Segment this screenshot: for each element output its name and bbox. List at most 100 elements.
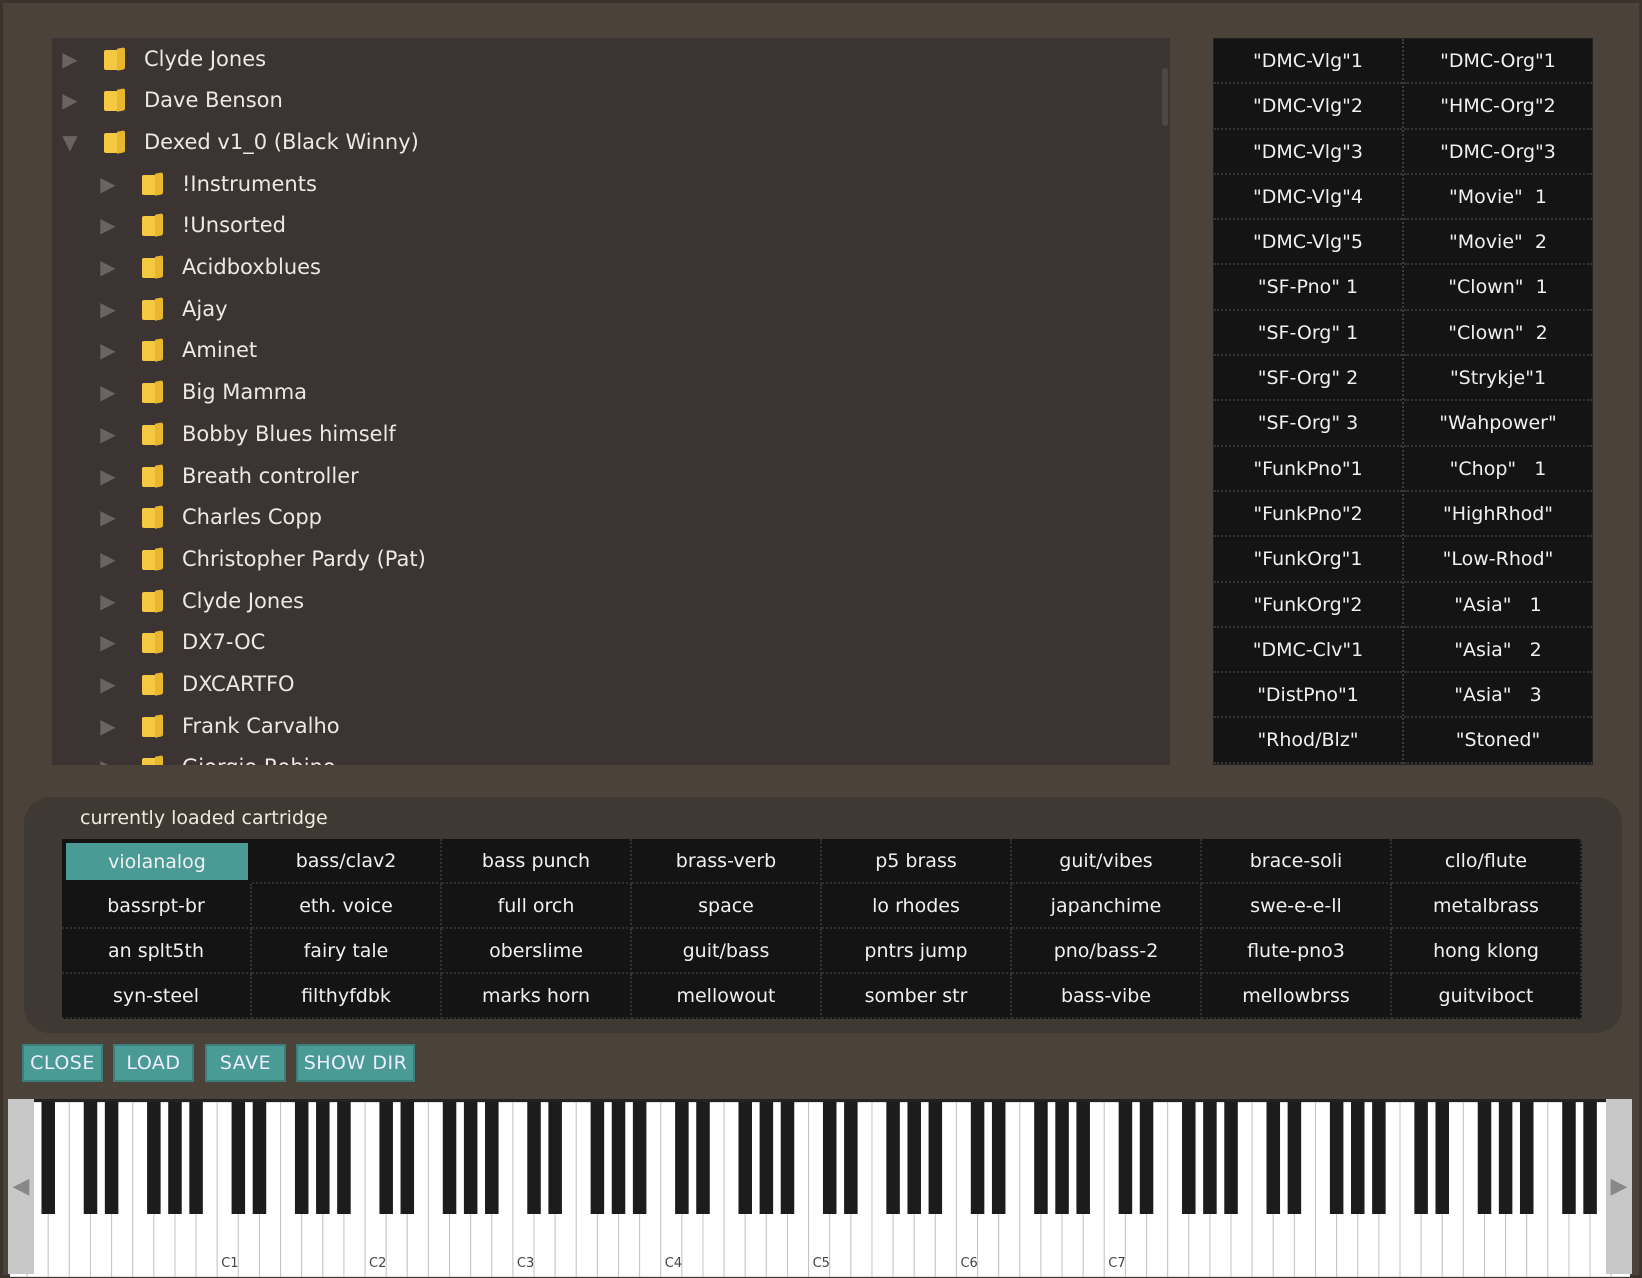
black-key[interactable] [590,1102,605,1214]
tree-item[interactable]: ▶ Aminet [98,330,257,371]
expand-right-icon[interactable]: ▶ [98,174,118,194]
cartridge-program[interactable]: bass/clav2 [252,839,442,884]
black-key[interactable] [1372,1102,1386,1214]
cartridge-program[interactable]: bass punch [442,839,632,884]
black-key[interactable] [168,1102,182,1214]
cartridge-program[interactable]: an splt5th [62,929,252,974]
tree-item[interactable]: ▶ DXCARTFO [98,664,294,705]
program-item[interactable]: "Asia" 1 [1404,583,1592,628]
program-item[interactable]: "DMC-Org"1 [1404,39,1592,85]
expand-right-icon[interactable]: ▶ [60,49,80,69]
cartridge-program[interactable]: pntrs jump [822,929,1012,974]
program-item[interactable]: "Chop" 1 [1404,447,1592,492]
black-key[interactable] [189,1102,203,1214]
black-key[interactable] [1203,1102,1217,1214]
black-key[interactable] [611,1102,626,1214]
black-key[interactable] [844,1102,858,1214]
tree-item[interactable]: ▶ Breath controller [98,455,358,496]
save-button[interactable]: SAVE [205,1044,286,1082]
cartridge-program[interactable]: somber str [822,974,1012,1019]
black-key[interactable] [147,1102,161,1214]
cartridge-program[interactable]: syn-steel [62,974,252,1019]
cartridge-program[interactable]: pno/bass-2 [1012,929,1202,974]
program-item[interactable]: "SF-Org" 1 [1214,311,1402,357]
cartridge-program[interactable]: metalbrass [1392,884,1582,929]
black-key[interactable] [104,1102,119,1214]
program-item[interactable]: "Stoned" [1404,718,1592,764]
black-key[interactable] [1287,1102,1302,1214]
black-key[interactable] [970,1102,985,1214]
tree-scrollbar[interactable] [1162,68,1168,126]
tree-item[interactable]: ▶ Giorgio Robino [98,747,336,765]
expand-right-icon[interactable]: ▶ [98,507,118,527]
program-item[interactable]: "FunkOrg"2 [1214,583,1402,628]
black-key[interactable] [1139,1102,1154,1214]
expand-right-icon[interactable]: ▶ [98,632,118,652]
expand-right-icon[interactable]: ▶ [98,382,118,402]
cartridge-program[interactable]: space [632,884,822,929]
black-key[interactable] [632,1102,647,1214]
tree-item[interactable]: ▶ Dave Benson [60,80,283,121]
tree-item[interactable]: ▶ Christopher Pardy (Pat) [98,538,426,579]
program-item[interactable]: "SF-Org" 3 [1214,401,1402,447]
black-key[interactable] [759,1102,774,1214]
program-item[interactable]: "DMC-Vlg"5 [1214,220,1402,266]
program-item[interactable]: "HMC-Org"2 [1404,84,1592,130]
expand-right-icon[interactable]: ▶ [98,674,118,694]
black-key[interactable] [463,1102,478,1214]
expand-right-icon[interactable]: ▶ [98,466,118,486]
tree-item[interactable]: ▶ DX7-OC [98,622,265,663]
cartridge-program[interactable]: hong klong [1392,929,1582,974]
expand-right-icon[interactable]: ▶ [98,340,118,360]
expand-right-icon[interactable]: ▶ [98,215,118,235]
program-item[interactable]: "DistPno"1 [1214,673,1402,719]
program-item[interactable]: "Clown" 1 [1404,265,1592,311]
black-key[interactable] [1118,1102,1133,1214]
cartridge-program[interactable]: fairy tale [252,929,442,974]
black-key[interactable] [231,1102,246,1214]
black-key[interactable] [294,1102,309,1214]
black-key[interactable] [442,1102,457,1214]
expand-right-icon[interactable]: ▶ [98,424,118,444]
black-key[interactable] [1351,1102,1365,1214]
black-key[interactable] [83,1102,98,1214]
keyboard-scroll-right-icon[interactable]: ▶ [1606,1099,1632,1274]
black-key[interactable] [1519,1102,1534,1214]
expand-right-icon[interactable]: ▶ [98,716,118,736]
cartridge-program[interactable]: cllo/flute [1392,839,1582,884]
close-button[interactable]: CLOSE [22,1044,103,1082]
cartridge-program[interactable]: bass-vibe [1012,974,1202,1019]
program-item[interactable]: "FunkPno"2 [1214,492,1402,538]
expand-right-icon[interactable]: ▶ [60,90,80,110]
black-key[interactable] [1034,1102,1048,1214]
cartridge-program[interactable]: mellowbrss [1202,974,1392,1019]
tree-item[interactable]: ▶ Bobby Blues himself [98,413,396,454]
expand-right-icon[interactable]: ▶ [98,257,118,277]
tree-item[interactable]: ▶ Clyde Jones [98,580,304,621]
tree-item[interactable]: ▶ !Instruments [98,163,317,204]
cartridge-program[interactable]: filthyfdbk [252,974,442,1019]
tree-item[interactable]: ▶ Big Mamma [98,372,307,413]
cartridge-program[interactable]: flute-pno3 [1202,929,1392,974]
black-key[interactable] [1477,1102,1492,1214]
cartridge-program[interactable]: p5 brass [822,839,1012,884]
cartridge-program[interactable]: lo rhodes [822,884,1012,929]
program-item[interactable]: "DMC-Vlg"1 [1214,39,1402,85]
cartridge-program[interactable]: guit/bass [632,929,822,974]
black-key[interactable] [337,1102,351,1214]
program-item[interactable]: "SF-Org" 2 [1214,356,1402,402]
black-key[interactable] [379,1102,393,1214]
tree-item[interactable]: ▶ Acidboxblues [98,247,321,288]
program-item[interactable]: "DMC-Vlg"3 [1214,130,1402,175]
program-item[interactable]: "DMC-Clv"1 [1214,628,1402,674]
cartridge-program[interactable]: brass-verb [632,839,822,884]
program-item[interactable]: "Asia" 2 [1404,628,1592,674]
program-item[interactable]: "HighRhod" [1404,492,1592,538]
black-key[interactable] [780,1102,795,1214]
black-key[interactable] [907,1102,921,1214]
cartridge-program[interactable]: brace-soli [1202,839,1392,884]
cartridge-program[interactable]: bassrpt-br [62,884,252,929]
program-item[interactable]: "Asia" 3 [1404,673,1592,719]
cartridge-program[interactable]: guitviboct [1392,974,1582,1019]
tree-item[interactable]: ▶ Ajay [98,288,227,329]
